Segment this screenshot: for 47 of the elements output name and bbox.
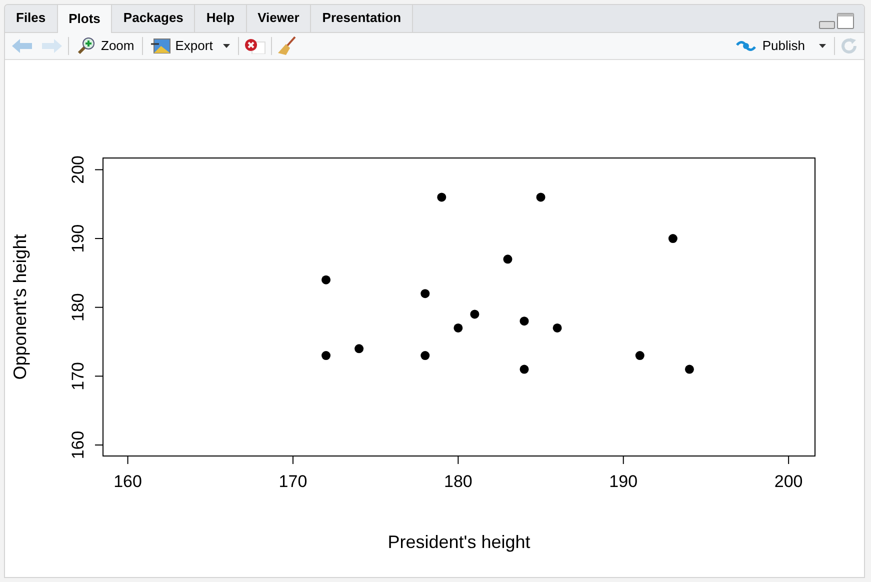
zoom-button[interactable]: Zoom (74, 36, 138, 56)
remove-icon[interactable] (244, 38, 266, 54)
refresh-icon[interactable] (840, 37, 858, 55)
data-point (437, 192, 446, 202)
data-point (520, 316, 529, 326)
data-point (536, 192, 546, 202)
tick-label: 180 (68, 293, 88, 322)
tick-label: 160 (114, 472, 142, 491)
maximize-icon[interactable] (837, 13, 854, 29)
tab[interactable]: Help (195, 5, 247, 32)
data-point (420, 351, 430, 360)
tick-label: 170 (278, 472, 308, 491)
tab[interactable]: Presentation (311, 5, 414, 32)
data-point (520, 364, 529, 374)
minimize-icon[interactable] (819, 21, 835, 29)
publish-button[interactable]: Publish (733, 36, 829, 56)
tab[interactable]: Plots (58, 5, 112, 33)
tick-label: 180 (444, 472, 472, 491)
tab[interactable]: Packages (112, 5, 196, 32)
data-point (322, 351, 331, 360)
caret-icon (819, 44, 826, 48)
tick-label: 200 (68, 156, 88, 184)
data-point (503, 254, 512, 264)
magnifier-icon (77, 37, 95, 55)
tick-label: 160 (68, 430, 88, 460)
data-point (684, 364, 694, 374)
data-point (635, 351, 644, 360)
caret-icon (222, 44, 230, 48)
tab[interactable]: Files (5, 5, 58, 32)
tick-label: 170 (68, 362, 88, 390)
broom-icon[interactable] (276, 36, 297, 56)
data-point (668, 234, 678, 244)
tick-label: 200 (774, 472, 803, 491)
image-icon (151, 38, 172, 54)
tick-label: 190 (68, 224, 88, 253)
export-button[interactable]: Export (148, 36, 233, 56)
data-point (454, 324, 463, 332)
data-point (322, 275, 331, 284)
axis-title: President's height (388, 532, 530, 552)
data-point (552, 324, 562, 332)
tab[interactable]: Viewer (246, 5, 312, 32)
data-point (354, 344, 364, 354)
axis-title: Opponent's height (10, 234, 30, 380)
tick-label: 190 (609, 472, 638, 491)
data-point (420, 289, 430, 298)
back-arrow-icon[interactable] (11, 38, 33, 54)
data-point (470, 310, 480, 319)
